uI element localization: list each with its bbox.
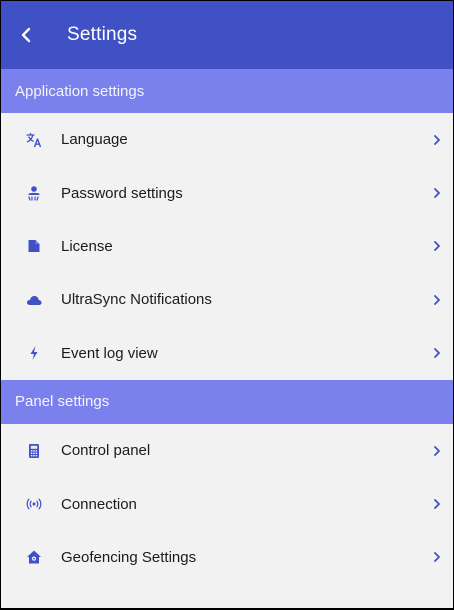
chevron-right-icon: [433, 551, 441, 563]
chevron-right-icon: [433, 347, 441, 359]
settings-item-license[interactable]: License: [1, 220, 453, 273]
chevron-left-icon: [21, 27, 31, 43]
settings-item-ultrasync-notifications[interactable]: UltraSync Notifications: [1, 273, 453, 326]
translate-icon: [26, 132, 42, 148]
settings-item-event-log-view[interactable]: Event log view: [1, 327, 453, 380]
settings-item-control-panel[interactable]: Control panel: [1, 424, 453, 477]
settings-item-geofencing-settings[interactable]: Geofencing Settings: [1, 531, 453, 584]
chevron-right-icon: [433, 294, 441, 306]
panel-settings-list: Control panel Connection Geofencing Sett…: [1, 424, 453, 584]
chevron-right-icon: [433, 498, 441, 510]
settings-screen: Settings Application settings Language P…: [1, 1, 453, 608]
chevron-right-icon: [433, 187, 441, 199]
chevron-right-icon: [433, 240, 441, 252]
chevron-right-icon: [433, 134, 441, 146]
back-button[interactable]: [1, 1, 51, 69]
page-title: Settings: [67, 24, 138, 45]
settings-item-password-settings[interactable]: Password settings: [1, 166, 453, 219]
keypad-icon: [26, 443, 42, 459]
bolt-icon: [26, 345, 42, 361]
settings-item-label: Geofencing Settings: [61, 548, 197, 566]
settings-item-label: Control panel: [61, 442, 151, 460]
section-header-application-settings: Application settings: [1, 69, 453, 113]
settings-item-label: Event log view: [61, 344, 158, 362]
file-icon: [26, 238, 42, 254]
settings-item-language[interactable]: Language: [1, 113, 453, 166]
app-bar: Settings: [1, 1, 453, 69]
user-lock-icon: [26, 185, 42, 201]
section-header-panel-settings: Panel settings: [1, 379, 453, 424]
cloud-icon: [26, 292, 42, 308]
settings-item-label: License: [61, 237, 113, 255]
settings-item-label: Connection: [61, 495, 137, 513]
home-location-icon: [26, 549, 42, 565]
signal-icon: [26, 496, 42, 512]
settings-item-label: UltraSync Notifications: [61, 291, 212, 309]
settings-item-label: Password settings: [61, 184, 183, 202]
settings-item-connection[interactable]: Connection: [1, 477, 453, 530]
chevron-right-icon: [433, 445, 441, 457]
application-settings-list: Language Password settings License Ultra…: [1, 113, 453, 380]
settings-item-label: Language: [61, 131, 128, 149]
